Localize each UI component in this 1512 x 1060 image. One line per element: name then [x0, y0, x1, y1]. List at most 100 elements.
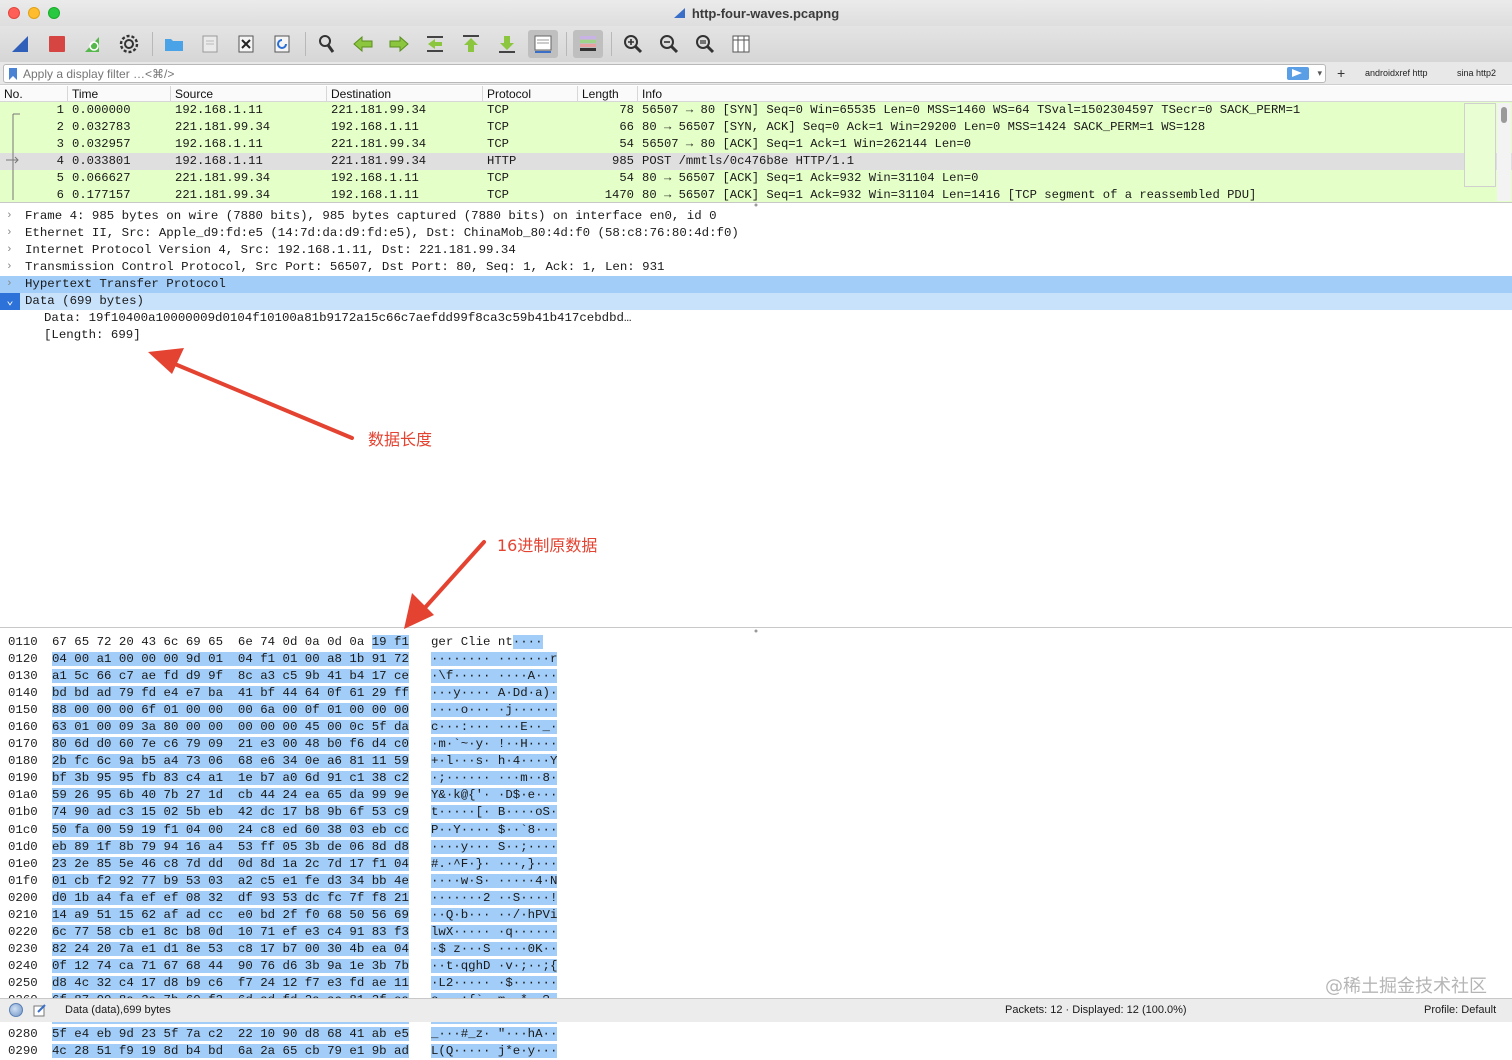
detail-row-frame[interactable]: › Frame 4: 985 bytes on wire (7880 bits)… — [0, 208, 1512, 225]
column-header-length[interactable]: Length — [578, 86, 638, 101]
bytes-hex[interactable]: 5f e4 eb 9d 23 5f 7a c2 22 10 90 d8 68 4… — [52, 1026, 409, 1043]
bytes-row[interactable]: 0200 d0 1b a4 fa ef ef 08 32 df 93 53 dc … — [0, 890, 1512, 907]
add-filter-button[interactable]: + — [1337, 65, 1345, 81]
stop-capture-button[interactable] — [42, 30, 72, 58]
bytes-ascii[interactable]: #.·^F·}· ···,}··· — [431, 856, 558, 873]
bytes-row[interactable]: 0150 88 00 00 00 6f 01 00 00 00 6a 00 0f … — [0, 702, 1512, 719]
bytes-row[interactable]: 0180 2b fc 6c 9a b5 a4 73 06 68 e6 34 0e … — [0, 753, 1512, 770]
packet-row[interactable]: 1 0.000000 192.168.1.11 221.181.99.34 TC… — [0, 102, 1512, 119]
bytes-hex[interactable]: 0f 12 74 ca 71 67 68 44 90 76 d6 3b 9a 1… — [52, 958, 409, 975]
detail-row-data-value[interactable]: Data: 19f10400a10000009d0104f10100a81b91… — [0, 310, 1512, 327]
bytes-row[interactable]: 0280 5f e4 eb 9d 23 5f 7a c2 22 10 90 d8 … — [0, 1026, 1512, 1043]
maximize-window-button[interactable] — [48, 7, 60, 19]
bytes-ascii[interactable]: ·······2 ··S····! — [431, 890, 558, 907]
bytes-row[interactable]: 0250 d8 4c 32 c4 17 d8 b9 c6 f7 24 12 f7 … — [0, 975, 1512, 992]
close-file-button[interactable] — [231, 30, 261, 58]
chevron-right-icon[interactable]: › — [6, 225, 20, 242]
detail-row-data[interactable]: ⌄ Data (699 bytes) — [0, 293, 1512, 310]
pane-splitter[interactable] — [752, 629, 760, 633]
bytes-row[interactable]: 0170 80 6d d0 60 7e c6 79 09 21 e3 00 48 … — [0, 736, 1512, 753]
column-header-no[interactable]: No. — [0, 86, 68, 101]
chevron-down-icon[interactable]: ▾ — [1317, 68, 1322, 79]
filter-button-androidxref[interactable]: androidxref http — [1365, 68, 1428, 78]
bytes-ascii[interactable]: ··Q·b··· ··/·hPVi — [431, 907, 558, 924]
pane-splitter[interactable] — [752, 203, 760, 207]
bytes-hex[interactable]: bd bd ad 79 fd e4 e7 ba 41 bf 44 64 0f 6… — [52, 685, 409, 702]
chevron-right-icon[interactable]: › — [6, 276, 20, 293]
restart-capture-button[interactable] — [78, 30, 108, 58]
bytes-ascii[interactable]: P··Y···· $··`8··· — [431, 822, 558, 839]
capture-options-button[interactable] — [114, 30, 144, 58]
chevron-down-icon[interactable]: ⌄ — [0, 293, 20, 310]
bytes-hex[interactable]: 01 cb f2 92 77 b9 53 03 a2 c5 e1 fe d3 3… — [52, 873, 409, 890]
colorize-button[interactable] — [573, 30, 603, 58]
packet-row[interactable]: 5 0.066627 221.181.99.34 192.168.1.11 TC… — [0, 170, 1512, 187]
bytes-hex[interactable]: a1 5c 66 c7 ae fd d9 9f 8c a3 c5 9b 41 b… — [52, 668, 409, 685]
resize-columns-button[interactable] — [726, 30, 756, 58]
bytes-row[interactable]: 01d0 eb 89 1f 8b 79 94 16 a4 53 ff 05 3b … — [0, 839, 1512, 856]
column-header-source[interactable]: Source — [171, 86, 327, 101]
bytes-hex[interactable]: 82 24 20 7a e1 d1 8e 53 c8 17 b7 00 30 4… — [52, 941, 409, 958]
bytes-ascii[interactable]: Y&·k@{'· ·D$·e··· — [431, 787, 558, 804]
bytes-hex[interactable]: eb 89 1f 8b 79 94 16 a4 53 ff 05 3b de 0… — [52, 839, 409, 856]
packet-list-scrollbar[interactable] — [1497, 103, 1511, 201]
bytes-hex[interactable]: 23 2e 85 5e 46 c8 7d dd 0d 8d 1a 2c 7d 1… — [52, 856, 409, 873]
bytes-hex[interactable]: bf 3b 95 95 fb 83 c4 a1 1e b7 a0 6d 91 c… — [52, 770, 409, 787]
save-file-button[interactable] — [195, 30, 225, 58]
packet-row[interactable]: 3 0.032957 192.168.1.11 221.181.99.34 TC… — [0, 136, 1512, 153]
bytes-ascii[interactable]: ·$ z···S ····0K·· — [431, 941, 558, 958]
bytes-row[interactable]: 0120 04 00 a1 00 00 00 9d 01 04 f1 01 00 … — [0, 651, 1512, 668]
bytes-hex[interactable]: d8 4c 32 c4 17 d8 b9 c6 f7 24 12 f7 e3 f… — [52, 975, 409, 992]
expert-info-icon[interactable] — [9, 1003, 23, 1017]
bytes-row[interactable]: 0140 bd bd ad 79 fd e4 e7 ba 41 bf 44 64 … — [0, 685, 1512, 702]
bytes-hex[interactable]: 04 00 a1 00 00 00 9d 01 04 f1 01 00 a8 1… — [52, 651, 409, 668]
zoom-in-button[interactable] — [618, 30, 648, 58]
edit-comment-icon[interactable] — [33, 1003, 47, 1017]
bytes-ascii[interactable]: ····w·S· ·····4·N — [431, 873, 558, 890]
apply-filter-button[interactable] — [1287, 67, 1309, 80]
go-forward-button[interactable] — [384, 30, 414, 58]
go-back-button[interactable] — [348, 30, 378, 58]
last-packet-button[interactable] — [492, 30, 522, 58]
packet-minimap[interactable] — [1464, 103, 1496, 187]
bytes-ascii[interactable]: ·\f····· ····A··· — [431, 668, 558, 685]
reload-file-button[interactable] — [267, 30, 297, 58]
bytes-ascii[interactable]: +·l···s· h·4····Y — [431, 753, 558, 770]
column-header-destination[interactable]: Destination — [327, 86, 483, 101]
packet-row[interactable]: 6 0.177157 221.181.99.34 192.168.1.11 TC… — [0, 187, 1512, 202]
bytes-hex[interactable]: 50 fa 00 59 19 f1 04 00 24 c8 ed 60 38 0… — [52, 822, 409, 839]
bytes-ascii[interactable]: ·m·`~·y· !··H···· — [431, 736, 558, 753]
bytes-ascii[interactable]: lwX····· ·q······ — [431, 924, 558, 941]
bytes-row[interactable]: 0230 82 24 20 7a e1 d1 8e 53 c8 17 b7 00 … — [0, 941, 1512, 958]
bytes-hex[interactable]: 4c 28 51 f9 19 8d b4 bd 6a 2a 65 cb 79 e… — [52, 1043, 409, 1060]
chevron-right-icon[interactable]: › — [6, 259, 20, 276]
bytes-row[interactable]: 0160 63 01 00 09 3a 80 00 00 00 00 00 45 … — [0, 719, 1512, 736]
bookmark-icon[interactable] — [8, 67, 18, 80]
bytes-ascii[interactable]: t·····[· B····oS· — [431, 804, 558, 821]
bytes-row[interactable]: 0220 6c 77 58 cb e1 8c b8 0d 10 71 ef e3 … — [0, 924, 1512, 941]
bytes-ascii[interactable]: ····o··· ·j······ — [431, 702, 558, 719]
chevron-right-icon[interactable]: › — [6, 208, 20, 225]
filter-button-sina[interactable]: sina http2 — [1457, 68, 1496, 78]
scrollbar-thumb[interactable] — [1501, 107, 1507, 123]
bytes-row[interactable]: 0290 4c 28 51 f9 19 8d b4 bd 6a 2a 65 cb … — [0, 1043, 1512, 1060]
bytes-row[interactable]: 0240 0f 12 74 ca 71 67 68 44 90 76 d6 3b … — [0, 958, 1512, 975]
bytes-ascii[interactable]: L(Q····· j*e·y··· — [431, 1043, 558, 1060]
bytes-ascii[interactable]: ger Clie nt···· — [431, 634, 543, 651]
bytes-ascii[interactable]: _···#_z· "···hA·· — [431, 1026, 558, 1043]
close-window-button[interactable] — [8, 7, 20, 19]
bytes-row[interactable]: 01e0 23 2e 85 5e 46 c8 7d dd 0d 8d 1a 2c … — [0, 856, 1512, 873]
bytes-ascii[interactable]: ········ ·······r — [431, 651, 558, 668]
minimize-window-button[interactable] — [28, 7, 40, 19]
bytes-hex[interactable]: 67 65 72 20 43 6c 69 65 6e 74 0d 0a 0d 0… — [52, 634, 409, 651]
bytes-ascii[interactable]: ····y··· S··;···· — [431, 839, 558, 856]
bytes-row[interactable]: 01a0 59 26 95 6b 40 7b 27 1d cb 44 24 ea … — [0, 787, 1512, 804]
chevron-right-icon[interactable]: › — [6, 242, 20, 259]
bytes-ascii[interactable]: c···:··· ···E··_· — [431, 719, 558, 736]
bytes-hex[interactable]: d0 1b a4 fa ef ef 08 32 df 93 53 dc fc 7… — [52, 890, 409, 907]
autoscroll-button[interactable] — [528, 30, 558, 58]
status-profile[interactable]: Profile: Default — [1424, 1004, 1496, 1016]
display-filter-input[interactable] — [23, 66, 1263, 81]
bytes-hex[interactable]: 6c 77 58 cb e1 8c b8 0d 10 71 ef e3 c4 9… — [52, 924, 409, 941]
detail-row-ethernet[interactable]: › Ethernet II, Src: Apple_d9:fd:e5 (14:7… — [0, 225, 1512, 242]
